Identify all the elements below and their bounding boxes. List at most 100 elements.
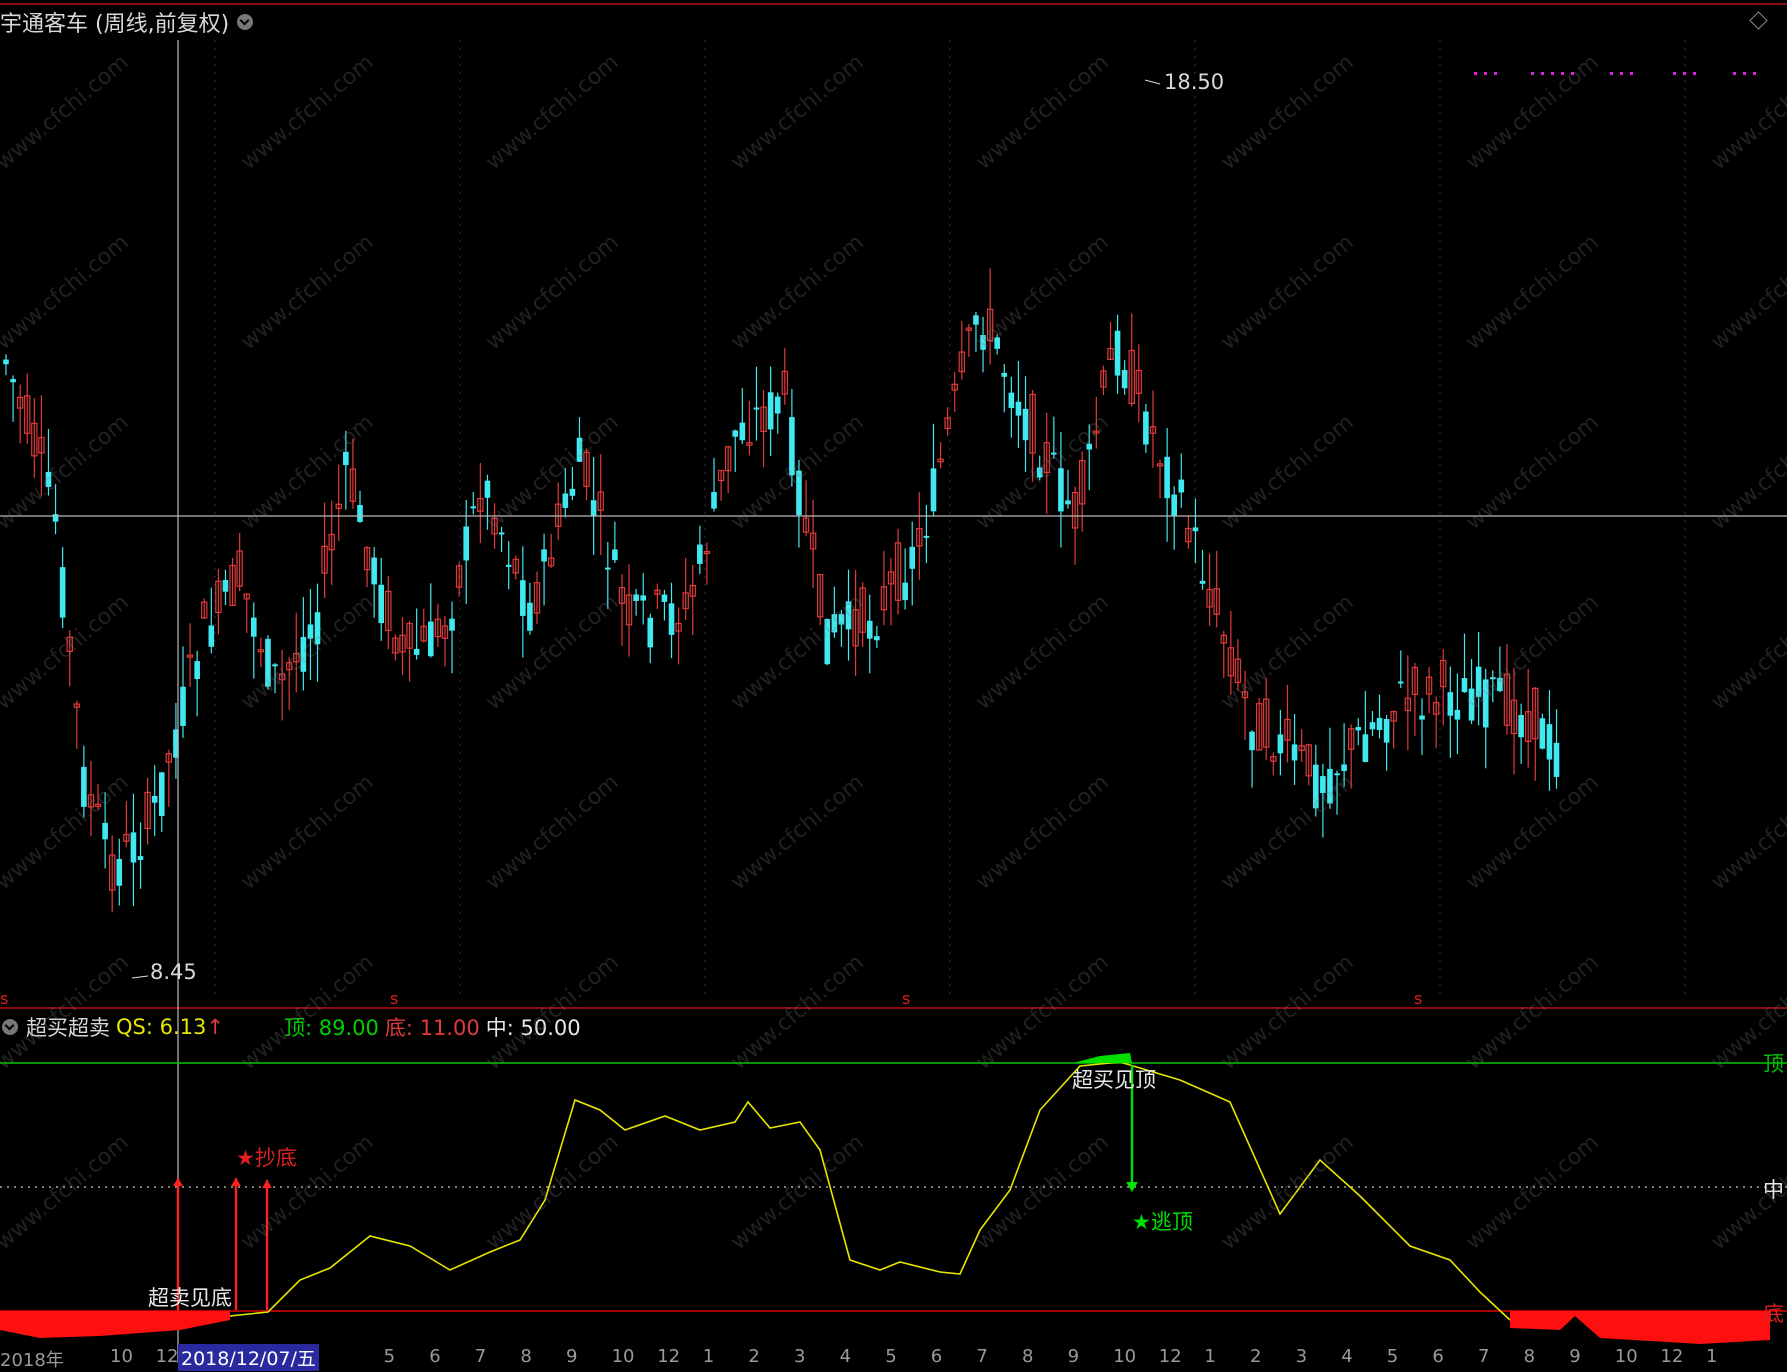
candle-body-down — [1468, 688, 1475, 721]
marker-dot — [1630, 72, 1633, 75]
candle-body-down — [1192, 527, 1199, 532]
axis-tick-label: 4 — [839, 1346, 852, 1367]
candle-body-down — [222, 580, 229, 592]
chevron-down-icon[interactable] — [2, 1019, 18, 1035]
candle-body-down — [1475, 666, 1482, 697]
candle-body-down — [52, 514, 59, 522]
marker-dot — [1541, 72, 1544, 75]
marker-dot — [1620, 72, 1623, 75]
candle-body-down — [874, 636, 880, 641]
marker-dot — [1494, 72, 1497, 75]
candle-body-down — [824, 618, 831, 665]
signal-oversold: 超卖见底 — [148, 1286, 232, 1310]
candle-body-down — [789, 417, 795, 476]
candle-body-down — [838, 614, 845, 625]
candle-body-down — [1320, 776, 1326, 794]
s-marker: s — [390, 989, 398, 1008]
axis-tick-label: 8 — [1022, 1346, 1034, 1367]
candle-body-down — [980, 335, 986, 350]
candle-body-down — [1121, 369, 1128, 389]
candle-body-down — [1086, 443, 1093, 450]
axis-tick-label: 3 — [1295, 1346, 1308, 1367]
candle-body-down — [1447, 692, 1454, 716]
candle-body-down — [357, 505, 363, 522]
candle-body-down — [845, 601, 852, 630]
candle-body-down — [1058, 468, 1064, 512]
candle-body-down — [1482, 679, 1489, 728]
candle-body-down — [1313, 764, 1319, 809]
chevron-down-icon[interactable] — [237, 14, 254, 30]
marker-dot — [1610, 72, 1613, 75]
candle-body-down — [732, 430, 739, 437]
marker-dot — [1484, 72, 1487, 75]
candle-body-down — [1036, 467, 1043, 478]
marker-dot — [1733, 72, 1736, 75]
axis-tick-label: 2 — [748, 1346, 760, 1367]
candle-body-down — [272, 664, 278, 667]
candle-body-down — [753, 407, 760, 410]
axis-tick-label: 10 — [1614, 1346, 1638, 1367]
candle-body-down — [774, 396, 781, 414]
candle-body-down — [158, 772, 165, 816]
candle-body-down — [576, 437, 583, 462]
buy-arrowhead — [231, 1178, 241, 1186]
axis-tick-label: 8 — [1523, 1346, 1536, 1367]
marker-dot — [1561, 72, 1564, 75]
candle-body-down — [697, 544, 703, 564]
stock-title-bar[interactable]: 宇通客车 (周线,前复权) — [0, 6, 254, 38]
axis-tick-label: 1 — [1706, 1346, 1718, 1367]
candle-body-down — [1497, 677, 1503, 692]
marker-dot — [1571, 72, 1574, 75]
candle-body-down — [902, 582, 908, 601]
candle-body-down — [562, 493, 569, 508]
indicator-name[interactable]: 超买超卖 — [26, 1012, 110, 1042]
candle-body-down — [484, 480, 491, 498]
candle-body-down — [1518, 715, 1524, 738]
axis-tick-label: 10 — [611, 1346, 635, 1367]
right-label-bottom: 底 — [1763, 1302, 1784, 1326]
right-label-mid: 中 — [1763, 1178, 1784, 1202]
qs-value: QS: 6.13 — [116, 1015, 207, 1039]
axis-tick-label: 12 — [657, 1346, 681, 1367]
candle-body-down — [1327, 768, 1333, 804]
candle-body-down — [3, 359, 9, 365]
candle-body-down — [590, 500, 597, 516]
candle-body-down — [1376, 717, 1383, 731]
candle-body-down — [1362, 734, 1369, 762]
candle-body-down — [1143, 411, 1149, 445]
candle-body-down — [973, 315, 979, 325]
axis-tick-label: 9 — [1569, 1346, 1581, 1367]
signal-escape-top: ★逃顶 — [1132, 1210, 1193, 1234]
axis-tick-label: 12 — [1660, 1346, 1684, 1367]
candle-body-down — [1178, 479, 1185, 493]
candle-body-down — [1022, 408, 1029, 441]
candle-body-down — [378, 584, 385, 624]
top-threshold: 顶: 89.00 — [283, 1016, 379, 1040]
candle-body-down — [59, 567, 66, 618]
candle-body-down — [1114, 330, 1121, 376]
axis-tick-label: 12 — [1158, 1346, 1182, 1367]
marker-dot — [1743, 72, 1746, 75]
candle-body-down — [739, 422, 746, 441]
candle-body-down — [102, 822, 108, 840]
marker-dot — [1531, 72, 1534, 75]
axis-year-label: 2018年 — [0, 1350, 64, 1371]
axis-tick-label: 8 — [520, 1346, 532, 1367]
candle-body-down — [1355, 727, 1362, 731]
stock-title: 宇通客车 (周线,前复权) — [0, 12, 230, 37]
axis-tick-label: 4 — [1341, 1346, 1353, 1367]
overbought-fill — [1073, 1053, 1132, 1063]
candle-body-down — [640, 595, 646, 601]
indicator-header: 超买超卖 QS: 6.13 ↑ 顶: 89.00 底: 11.00 中: 50.… — [0, 1012, 587, 1042]
candle-body-down — [1015, 401, 1022, 416]
low-price-label: 8.45 — [150, 960, 197, 984]
axis-tick-label: 5 — [885, 1346, 897, 1367]
mid-threshold: 中: 50.00 — [485, 1016, 581, 1040]
candle-body-down — [668, 603, 675, 635]
axis-tick-label: 6 — [1432, 1346, 1444, 1367]
candle-body-down — [428, 621, 434, 657]
candle-body-down — [151, 795, 158, 803]
candle-body-down — [1397, 681, 1404, 684]
candle-body-down — [1369, 722, 1376, 730]
candle-body-down — [413, 648, 420, 655]
